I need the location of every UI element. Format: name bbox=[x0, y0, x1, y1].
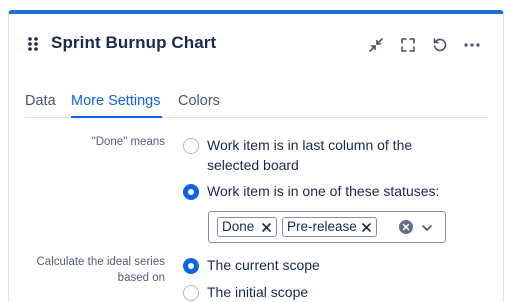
status-tag-done: Done bbox=[217, 217, 277, 237]
drag-handle-icon[interactable] bbox=[27, 36, 39, 52]
refresh-icon[interactable] bbox=[429, 34, 451, 56]
tab-list: Data More Settings Colors bbox=[25, 90, 489, 118]
option-initial-scope: The initial scope bbox=[207, 284, 309, 300]
radio-current-scope[interactable] bbox=[183, 258, 199, 274]
ideal-series-label-line2: based on bbox=[117, 272, 165, 284]
widget-panel: Sprint Burnup Chart Data More Settings C… bbox=[8, 10, 504, 302]
clear-icon[interactable] bbox=[399, 220, 413, 234]
tab-more-settings[interactable]: More Settings bbox=[71, 93, 160, 109]
option-last-column-line1: Work item is in last column of the bbox=[207, 137, 413, 153]
option-current-scope: The current scope bbox=[207, 257, 320, 273]
tab-data[interactable]: Data bbox=[25, 93, 56, 109]
option-statuses: Work item is in one of these statuses: bbox=[207, 183, 440, 199]
widget-header: Sprint Burnup Chart bbox=[9, 14, 503, 70]
remove-tag-icon[interactable] bbox=[361, 222, 372, 233]
remove-tag-icon[interactable] bbox=[261, 222, 272, 233]
minimize-icon[interactable] bbox=[365, 34, 387, 56]
status-tag-label: Done bbox=[222, 219, 255, 234]
more-icon[interactable] bbox=[461, 34, 483, 56]
status-multiselect[interactable]: Done Pre-release bbox=[208, 211, 446, 243]
status-tag-pre-release: Pre-release bbox=[282, 217, 377, 237]
tab-colors[interactable]: Colors bbox=[178, 93, 220, 109]
widget-title: Sprint Burnup Chart bbox=[51, 33, 217, 52]
status-tag-label: Pre-release bbox=[287, 219, 357, 234]
fullscreen-icon[interactable] bbox=[397, 34, 419, 56]
active-tab-indicator bbox=[71, 116, 162, 118]
radio-last-column[interactable] bbox=[183, 138, 199, 154]
ideal-series-label-line1: Calculate the ideal series bbox=[36, 256, 166, 268]
chevron-down-icon[interactable] bbox=[421, 222, 433, 234]
radio-initial-scope[interactable] bbox=[183, 285, 199, 301]
radio-statuses[interactable] bbox=[183, 184, 199, 200]
option-last-column-line2: selected board bbox=[207, 157, 299, 173]
done-means-label: "Done" means bbox=[91, 136, 165, 148]
